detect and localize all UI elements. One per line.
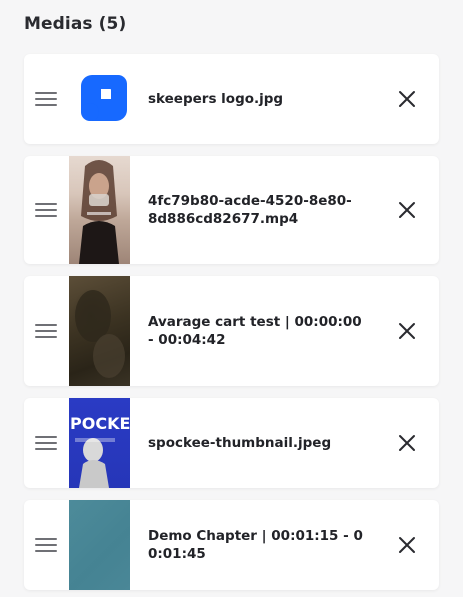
close-icon[interactable] — [397, 89, 417, 109]
skeepers-logo-icon — [81, 75, 127, 121]
video-thumbnail-woman — [79, 160, 119, 264]
close-icon[interactable] — [397, 200, 417, 220]
poster-thumbnail: POCKE — [70, 414, 130, 488]
media-thumbnail — [69, 500, 130, 590]
media-file-name: skeepers logo.jpg — [148, 91, 284, 107]
media-list: skeepers logo.jpg 4fc79b80-acde-4520-8e8… — [24, 54, 439, 590]
media-thumbnail — [69, 276, 130, 386]
media-item: skeepers logo.jpg — [24, 54, 439, 144]
media-file-name: Demo Chapter | 00:01:15 - 0 0:01:45 — [148, 528, 363, 562]
drag-handle-icon[interactable] — [35, 323, 57, 339]
drag-handle-icon[interactable] — [35, 537, 57, 553]
video-thumbnail-dark — [75, 290, 125, 378]
media-item: Demo Chapter | 00:01:15 - 0 0:01:45 — [24, 500, 439, 590]
drag-handle-icon[interactable] — [35, 91, 57, 107]
teal-thumbnail — [69, 500, 130, 590]
drag-handle-icon[interactable] — [35, 435, 57, 451]
media-file-name: spockee-thumbnail.jpeg — [148, 435, 332, 451]
media-item: POCKE spockee-thumbnail.jpeg — [24, 398, 439, 488]
media-file-name: Avarage cart test | 00:00:00 - 00:04:42 — [148, 314, 362, 348]
media-thumbnail — [69, 54, 130, 144]
close-icon[interactable] — [397, 433, 417, 453]
close-icon[interactable] — [397, 321, 417, 341]
drag-handle-icon[interactable] — [35, 202, 57, 218]
media-file-name: 4fc79b80-acde-4520-8e80-8d886cd82677.mp4 — [148, 193, 352, 227]
media-list-title: Medias (5) — [24, 14, 127, 34]
close-icon[interactable] — [397, 535, 417, 555]
media-thumbnail: POCKE — [69, 398, 130, 488]
poster-text: POCKE — [70, 414, 130, 433]
media-item: 4fc79b80-acde-4520-8e80-8d886cd82677.mp4 — [24, 156, 439, 264]
media-item: Avarage cart test | 00:00:00 - 00:04:42 — [24, 276, 439, 386]
media-thumbnail — [69, 156, 130, 264]
